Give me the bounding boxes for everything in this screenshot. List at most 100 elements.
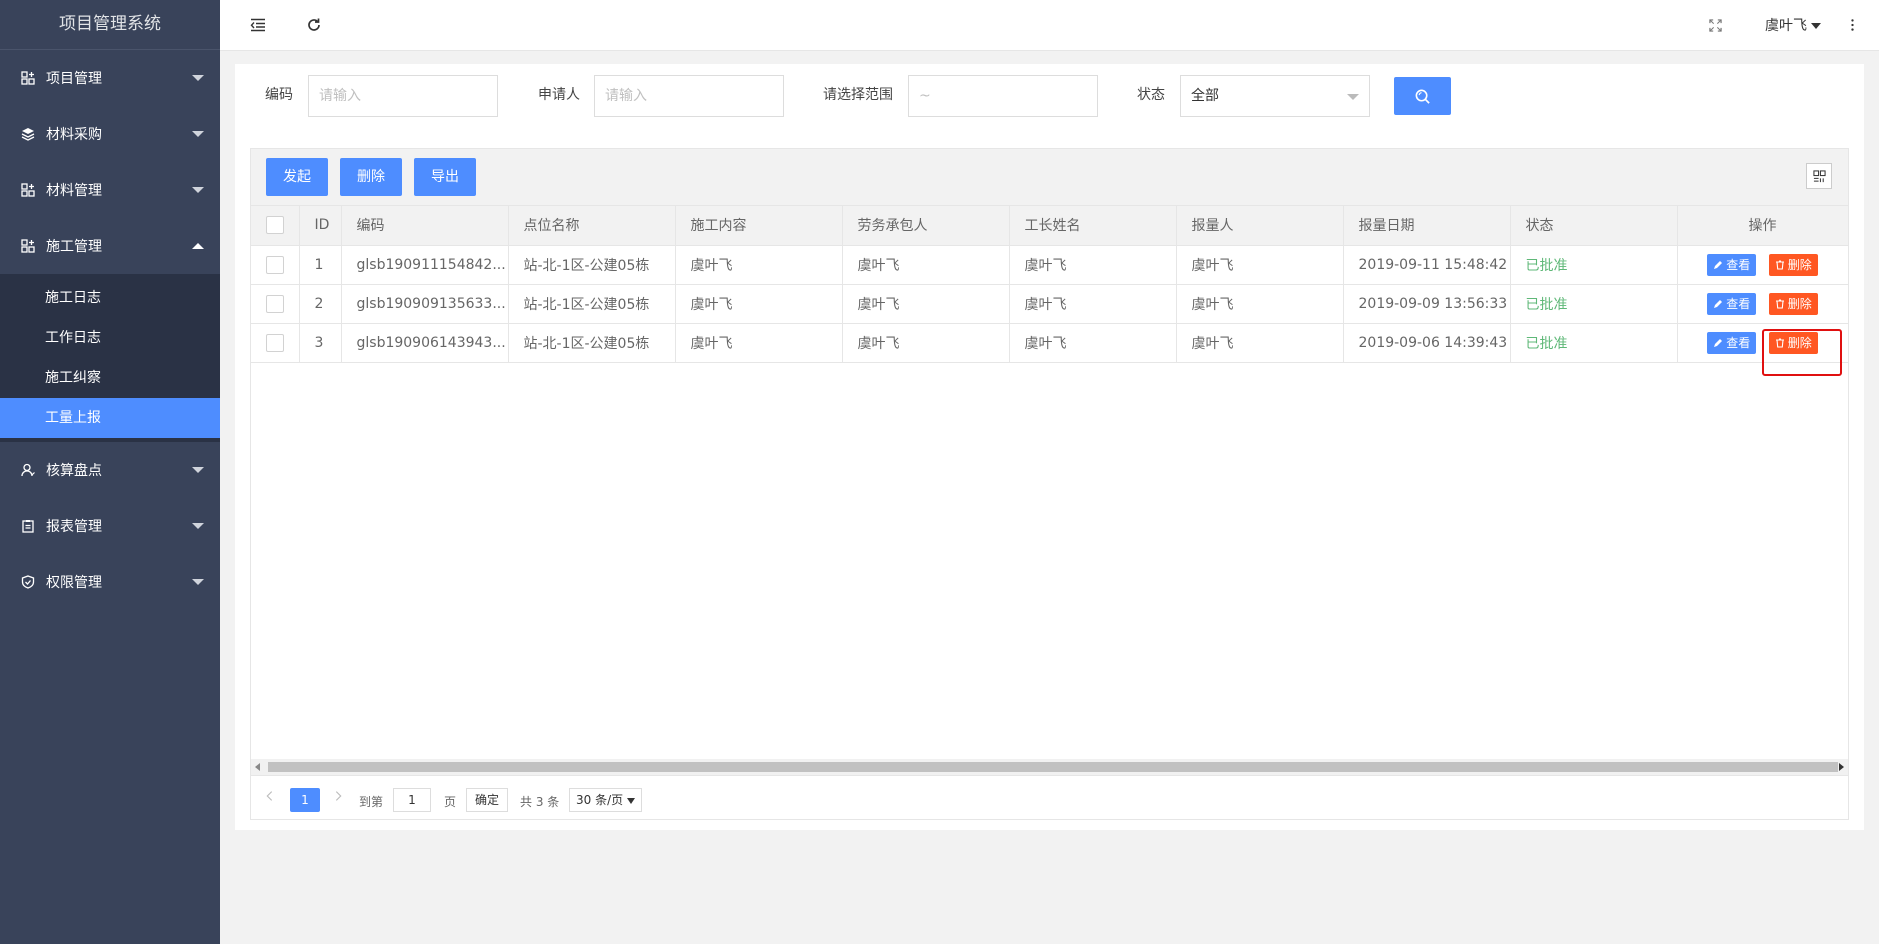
column-header[interactable]: 状态 — [1510, 206, 1678, 246]
sidebar-item-label: 材料采购 — [46, 127, 102, 143]
main-card: 编码 申请人 请选择范围 状态 全部 发起 删除 导出 — [235, 64, 1864, 830]
column-header[interactable]: 报量日期 — [1343, 206, 1511, 246]
view-button[interactable]: 查看 — [1707, 331, 1757, 354]
data-table: ID 编码 点位名称 施工内容 劳务承包人 工长姓名 报量人 报量日期 状态 操… — [251, 206, 1849, 363]
cell-code: glsb190909135633... — [341, 284, 509, 324]
page-unit-label: 页 — [444, 795, 457, 809]
edit-icon — [1714, 299, 1723, 308]
chevron-up-icon — [192, 243, 204, 249]
export-button[interactable]: 导出 — [414, 158, 476, 196]
search-button[interactable] — [1394, 77, 1451, 115]
collapse-menu-icon[interactable] — [247, 14, 269, 36]
goto-page-input[interactable]: 1 — [393, 788, 431, 812]
data-table-container: 发起 删除 导出 ID 编码 点位名称 施工内容 劳务承包人 工长姓名 报量人 … — [250, 148, 1849, 820]
start-button[interactable]: 发起 — [266, 158, 328, 196]
sidebar: 项目管理系统 项目管理 材料采购 材料管理 施工管理 施工日志 工作日志 施工纠… — [0, 0, 220, 944]
app-title: 项目管理系统 — [0, 0, 220, 50]
scroll-right-icon[interactable] — [1839, 763, 1844, 771]
trash-icon — [1775, 337, 1784, 348]
grid-plus-icon — [20, 182, 36, 198]
page-size-select[interactable]: 30 条/页 — [569, 788, 642, 812]
row-checkbox[interactable] — [265, 255, 284, 274]
goto-confirm-button[interactable]: 确定 — [466, 788, 509, 812]
grid-plus-icon — [20, 70, 36, 86]
column-header[interactable]: 工长姓名 — [1009, 206, 1177, 246]
sidebar-item-material-purchase[interactable]: 材料采购 — [0, 106, 220, 162]
sidebar-subitem-construction-inspection[interactable]: 施工纠察 — [0, 358, 220, 398]
trash-icon — [1775, 298, 1784, 309]
view-button[interactable]: 查看 — [1707, 253, 1757, 276]
cell-contractor: 虞叶飞 — [842, 323, 1010, 363]
date-range-input[interactable] — [908, 75, 1098, 117]
row-select-cell — [251, 245, 300, 285]
next-page-icon[interactable] — [335, 790, 342, 805]
cell-content: 虞叶飞 — [675, 245, 843, 285]
column-header[interactable]: 编码 — [341, 206, 509, 246]
applicant-input[interactable] — [594, 75, 784, 117]
more-vertical-icon[interactable] — [1841, 14, 1863, 36]
edit-icon — [1714, 260, 1723, 269]
cell-id: 1 — [299, 245, 342, 285]
sidebar-subitem-construction-log[interactable]: 施工日志 — [0, 278, 220, 318]
sidebar-item-material-management[interactable]: 材料管理 — [0, 162, 220, 218]
chevron-down-icon — [192, 523, 204, 529]
column-header: 操作 — [1677, 206, 1849, 246]
view-button[interactable]: 查看 — [1707, 292, 1757, 315]
grid-plus-icon — [20, 238, 36, 254]
cell-code: glsb190911154842... — [341, 245, 509, 285]
sidebar-item-label: 施工管理 — [46, 239, 102, 255]
horizontal-scrollbar[interactable] — [251, 759, 1848, 775]
view-button-label: 查看 — [1726, 336, 1751, 350]
sidebar-item-accounting[interactable]: 核算盘点 — [0, 442, 220, 498]
cell-location: 站-北-1区-公建05栋 — [508, 245, 676, 285]
sidebar-item-label: 核算盘点 — [46, 463, 102, 479]
top-header: 虞叶飞 — [220, 0, 1879, 51]
page-size-value: 30 条/页 — [576, 793, 624, 807]
status-select[interactable]: 全部 — [1180, 75, 1370, 117]
cell-actions: 查看 删除 — [1677, 323, 1849, 363]
row-checkbox[interactable] — [265, 294, 284, 313]
sidebar-item-label: 报表管理 — [46, 519, 102, 535]
prev-page-icon[interactable] — [266, 790, 273, 805]
cell-content: 虞叶飞 — [675, 284, 843, 324]
chevron-down-icon — [192, 467, 204, 473]
sidebar-item-report-management[interactable]: 报表管理 — [0, 498, 220, 554]
cell-location: 站-北-1区-公建05栋 — [508, 284, 676, 324]
sidebar-item-construction-management[interactable]: 施工管理 — [0, 218, 220, 274]
column-header[interactable]: 点位名称 — [508, 206, 676, 246]
page-number-current[interactable]: 1 — [290, 788, 320, 812]
batch-delete-button[interactable]: 删除 — [340, 158, 402, 196]
view-button-label: 查看 — [1726, 258, 1751, 272]
cell-location: 站-北-1区-公建05栋 — [508, 323, 676, 363]
select-all-checkbox[interactable] — [265, 216, 284, 235]
table-row: 1 glsb190911154842... 站-北-1区-公建05栋 虞叶飞 虞… — [251, 245, 1849, 285]
view-button-label: 查看 — [1726, 297, 1751, 311]
column-filter-icon[interactable] — [1806, 163, 1832, 189]
column-header[interactable]: 施工内容 — [675, 206, 843, 246]
delete-button[interactable]: 删除 — [1768, 253, 1818, 276]
cell-date: 2019-09-11 15:48:42 — [1343, 245, 1511, 285]
delete-button[interactable]: 删除 — [1768, 331, 1818, 354]
code-input[interactable] — [308, 75, 498, 117]
user-name: 虞叶飞 — [1765, 18, 1807, 34]
column-header[interactable]: 劳务承包人 — [842, 206, 1010, 246]
cell-status: 已批准 — [1510, 323, 1678, 363]
sidebar-subitem-work-log[interactable]: 工作日志 — [0, 318, 220, 358]
scroll-left-icon[interactable] — [255, 763, 260, 771]
scrollbar-thumb[interactable] — [268, 762, 1838, 772]
row-select-cell — [251, 284, 300, 324]
user-menu[interactable]: 虞叶飞 — [1765, 15, 1821, 35]
status-label: 状态 — [1137, 87, 1165, 103]
column-header[interactable]: 报量人 — [1176, 206, 1344, 246]
refresh-icon[interactable] — [303, 14, 325, 36]
delete-button[interactable]: 删除 — [1768, 292, 1818, 315]
row-checkbox[interactable] — [265, 333, 284, 352]
sidebar-item-project-management[interactable]: 项目管理 — [0, 50, 220, 106]
sidebar-subitem-quantity-report[interactable]: 工量上报 — [0, 398, 220, 438]
column-header[interactable]: ID — [299, 206, 342, 246]
range-label: 请选择范围 — [823, 87, 893, 103]
sidebar-item-permission-management[interactable]: 权限管理 — [0, 554, 220, 610]
cell-reporter: 虞叶飞 — [1176, 323, 1344, 363]
fullscreen-icon[interactable] — [1704, 14, 1726, 36]
layers-icon — [20, 126, 36, 142]
